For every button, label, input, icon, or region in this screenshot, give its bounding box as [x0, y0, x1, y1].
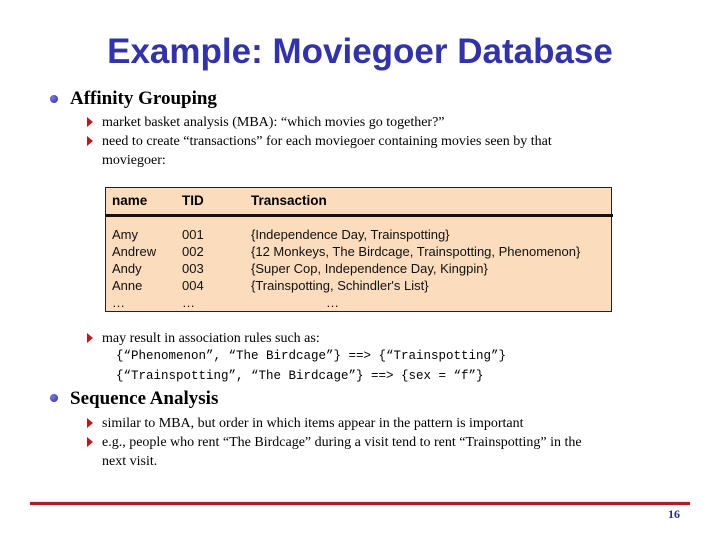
red-triangle-bullet-icon	[87, 333, 93, 343]
table-cell: …	[112, 295, 125, 310]
bullet-dot-icon	[50, 95, 58, 103]
table-header-tid: TID	[182, 193, 204, 208]
table-column-transactions: {Independence Day, Trainspotting} {12 Mo…	[251, 226, 580, 311]
association-rule: {“Trainspotting”, “The Birdcage”} ==> {s…	[116, 369, 484, 383]
heading-sequence-analysis: Sequence Analysis	[70, 388, 219, 409]
table-header-divider	[106, 214, 613, 217]
point-example: e.g., people who rent “The Birdcage” dur…	[102, 435, 582, 450]
table-cell: Andrew	[112, 244, 157, 259]
table-cell: 001	[182, 227, 204, 242]
red-triangle-bullet-icon	[87, 418, 93, 428]
table-column-names: Amy Andrew Andy Anne …	[112, 226, 156, 311]
red-triangle-bullet-icon	[87, 437, 93, 447]
table-cell: {12 Monkeys, The Birdcage, Trainspotting…	[251, 244, 581, 259]
association-rule: {“Phenomenon”, “The Birdcage”} ==> {“Tra…	[116, 349, 507, 363]
point-mba: market basket analysis (MBA): “which mov…	[102, 115, 445, 130]
table-header-name: name	[112, 193, 148, 208]
table-cell: Anne	[112, 278, 143, 293]
table-cell: 002	[182, 244, 204, 259]
table-cell: {Independence Day, Trainspotting}	[251, 227, 450, 242]
table-cell: 003	[182, 261, 204, 276]
point-transactions-cont: moviegoer:	[102, 153, 166, 168]
heading-affinity-grouping: Affinity Grouping	[70, 88, 217, 109]
table-cell: 004	[182, 278, 204, 293]
point-example-cont: next visit.	[102, 454, 158, 469]
footer-divider	[30, 502, 690, 505]
table-cell: Amy	[112, 227, 138, 242]
transactions-table: name TID Transaction Amy Andrew Andy Ann…	[105, 187, 613, 312]
point-transactions: need to create “transactions” for each m…	[102, 134, 552, 149]
table-cell: …	[326, 295, 339, 310]
red-triangle-bullet-icon	[87, 136, 93, 146]
slide-title: Example: Moviegoer Database	[107, 32, 613, 71]
bullet-dot-icon	[50, 394, 58, 402]
page-number: 16	[668, 507, 680, 521]
table-cell: …	[182, 295, 195, 310]
table-cell: {Super Cop, Independence Day, Kingpin}	[251, 261, 488, 276]
table-header-transaction: Transaction	[251, 193, 327, 208]
point-similar-mba: similar to MBA, but order in which items…	[102, 416, 524, 431]
table-column-tids: 001 002 003 004 …	[182, 226, 204, 311]
red-triangle-bullet-icon	[87, 117, 93, 127]
table-cell: Andy	[112, 261, 142, 276]
table-cell: {Trainspotting, Schindler's List}	[251, 278, 429, 293]
